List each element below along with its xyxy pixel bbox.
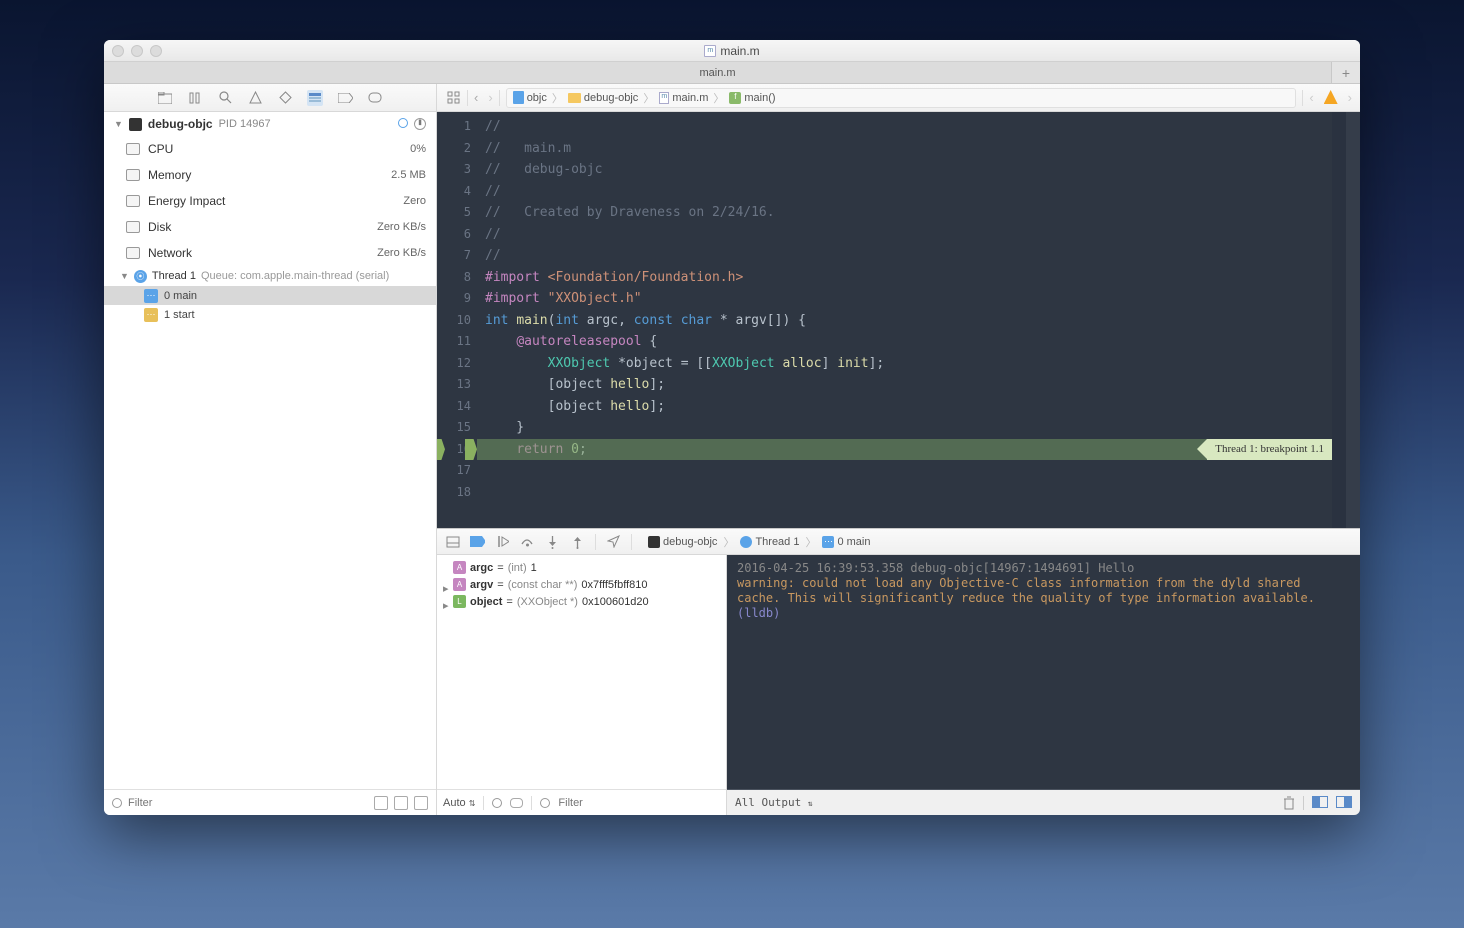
search-icon[interactable]	[217, 90, 233, 106]
filter-opt1-icon[interactable]	[374, 796, 388, 810]
metric-icon	[126, 169, 140, 181]
code-editor[interactable]: 123456789101112131415161718 //// main.m/…	[437, 112, 1360, 528]
step-out-icon[interactable]	[570, 534, 585, 549]
navigator-filter-bar	[104, 789, 436, 815]
console-footer: All Output ⇅	[727, 789, 1360, 815]
metric-row[interactable]: CPU0%	[104, 136, 436, 162]
trash-icon[interactable]	[1283, 796, 1295, 810]
metric-icon	[126, 143, 140, 155]
thread-row[interactable]: ▼ ⦿ Thread 1 Queue: com.apple.main-threa…	[104, 266, 436, 286]
quicklook-icon[interactable]	[492, 798, 502, 808]
process-row[interactable]: ▼ debug-objc PID 14967 ⦀	[104, 112, 436, 136]
var-badge-icon: L	[453, 595, 466, 608]
folder-icon[interactable]	[157, 90, 173, 106]
variable-row[interactable]: ▸Aargv = (const char **) 0x7fff5fbff810	[443, 576, 720, 593]
debug-area: debug-objc 〉 Thread 1 〉 ⋯ 0 main Aargc =…	[437, 528, 1360, 815]
thread-icon: ⦿	[134, 270, 147, 283]
debug-nav-icon[interactable]	[307, 90, 323, 106]
scope-selector[interactable]: Auto ⇅	[443, 797, 475, 809]
xcode-window: m main.m main.m + ‹ › objc	[104, 40, 1360, 815]
warning-icon[interactable]	[1324, 90, 1338, 104]
function-icon: f	[729, 92, 741, 104]
process-icon	[648, 536, 660, 548]
metric-icon	[126, 195, 140, 207]
stack-frame-row[interactable]: ⋯1 start	[104, 305, 436, 324]
add-tab-button[interactable]: +	[1332, 62, 1360, 83]
spinner-icon	[398, 118, 408, 128]
nav-forward-button[interactable]: ›	[488, 90, 492, 105]
variables-filter-input[interactable]	[558, 797, 720, 809]
metric-row[interactable]: DiskZero KB/s	[104, 214, 436, 240]
debug-process-crumb[interactable]: debug-objc 〉 Thread 1 〉 ⋯ 0 main	[648, 534, 871, 550]
stack-frame-row[interactable]: ⋯0 main	[104, 286, 436, 305]
file-icon: m	[659, 92, 669, 104]
window-title: m main.m	[104, 44, 1360, 58]
nav-back-button[interactable]: ‹	[474, 90, 478, 105]
toolbar: ‹ › objc 〉 debug-objc 〉 mmain.m 〉 fmain(…	[104, 84, 1360, 112]
thread-icon	[740, 536, 752, 548]
var-badge-icon: A	[453, 578, 466, 591]
debug-toolbar: debug-objc 〉 Thread 1 〉 ⋯ 0 main	[437, 529, 1360, 555]
metric-row[interactable]: Memory2.5 MB	[104, 162, 436, 188]
line-gutter[interactable]: 123456789101112131415161718	[437, 112, 477, 528]
console-output[interactable]: 2016-04-25 16:39:53.358 debug-objc[14967…	[727, 555, 1360, 789]
step-over-icon[interactable]	[520, 534, 535, 549]
project-icon	[513, 91, 524, 104]
breakpoint-label: Thread 1: breakpoint 1.1	[1207, 439, 1332, 461]
variables-footer: Auto ⇅	[437, 789, 726, 815]
related-items-icon[interactable]	[445, 90, 461, 106]
continue-icon[interactable]	[495, 534, 510, 549]
code-content[interactable]: //// main.m// debug-objc//// Created by …	[477, 112, 1332, 528]
step-into-icon[interactable]	[545, 534, 560, 549]
variables-view: Aargc = (int) 1▸Aargv = (const char **) …	[437, 555, 727, 815]
tests-icon[interactable]	[277, 90, 293, 106]
hide-debug-icon[interactable]	[445, 534, 460, 549]
frame-badge-icon: ⋯	[144, 289, 158, 303]
tab-bar: main.m +	[104, 62, 1360, 84]
variables-list[interactable]: Aargc = (int) 1▸Aargv = (const char **) …	[437, 555, 726, 789]
counterpart-back[interactable]: ‹	[1309, 90, 1313, 105]
frame-icon: ⋯	[822, 536, 834, 548]
navigator-filter-input[interactable]	[128, 797, 368, 809]
issues-icon[interactable]	[247, 90, 263, 106]
reports-icon[interactable]	[367, 90, 383, 106]
editor-area: 123456789101112131415161718 //// main.m/…	[437, 112, 1360, 815]
process-icon	[129, 118, 142, 131]
metric-row[interactable]: Energy ImpactZero	[104, 188, 436, 214]
file-icon: m	[704, 45, 716, 57]
tab-main-m[interactable]: main.m	[104, 62, 1332, 83]
variable-row[interactable]: Aargc = (int) 1	[443, 559, 720, 576]
print-icon[interactable]	[510, 798, 523, 808]
breakpoint-toggle-icon[interactable]	[470, 534, 485, 549]
show-vars-icon[interactable]	[1312, 796, 1328, 808]
debug-navigator: ▼ debug-objc PID 14967 ⦀ CPU0%Memory2.5 …	[104, 112, 437, 815]
minimap[interactable]	[1332, 112, 1346, 528]
pause-icon[interactable]: ⦀	[414, 118, 426, 130]
console-view: 2016-04-25 16:39:53.358 debug-objc[14967…	[727, 555, 1360, 815]
metric-icon	[126, 247, 140, 259]
show-console-icon[interactable]	[1336, 796, 1352, 808]
symbol-icon[interactable]	[187, 90, 203, 106]
var-badge-icon: A	[453, 561, 466, 574]
filter-clear-icon[interactable]	[540, 798, 550, 808]
filter-opt3-icon[interactable]	[414, 796, 428, 810]
titlebar[interactable]: m main.m	[104, 40, 1360, 62]
jump-bar[interactable]: objc 〉 debug-objc 〉 mmain.m 〉 fmain()	[506, 88, 1297, 108]
counterpart-fwd[interactable]: ›	[1348, 90, 1352, 105]
breakpoints-icon[interactable]	[337, 90, 353, 106]
variable-row[interactable]: ▸Lobject = (XXObject *) 0x100601d20	[443, 593, 720, 610]
navigator-selector	[104, 84, 437, 111]
output-scope-selector[interactable]: All Output ⇅	[735, 796, 813, 809]
vertical-scrollbar[interactable]	[1346, 112, 1360, 528]
folder-icon	[568, 93, 581, 103]
filter-opt2-icon[interactable]	[394, 796, 408, 810]
frame-badge-icon: ⋯	[144, 308, 158, 322]
metric-icon	[126, 221, 140, 233]
filter-clear-icon[interactable]	[112, 798, 122, 808]
location-icon[interactable]	[606, 534, 621, 549]
metric-row[interactable]: NetworkZero KB/s	[104, 240, 436, 266]
